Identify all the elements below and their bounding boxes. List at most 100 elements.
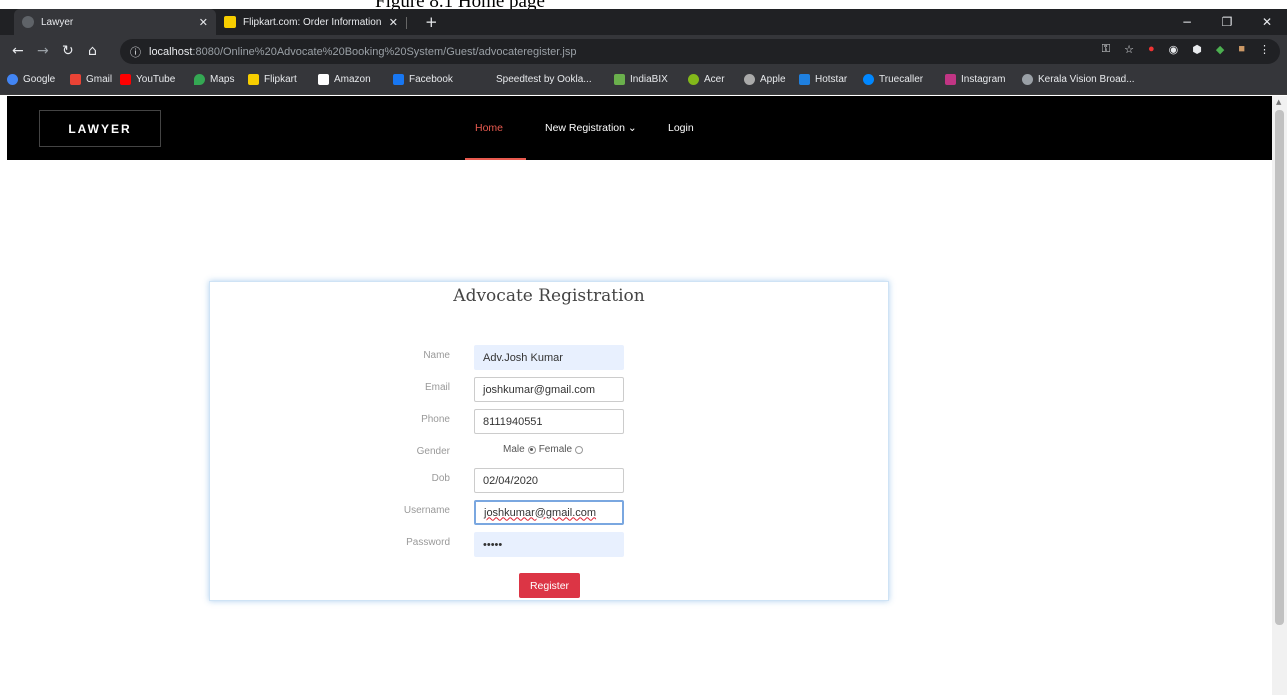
bookmark-amazon[interactable]: Amazon (318, 74, 371, 85)
star-icon[interactable]: ☆ (1124, 43, 1134, 56)
figure-caption-text: Figure 8.1 Home page (375, 0, 545, 9)
reload-icon[interactable]: ↻ (62, 43, 74, 59)
bookmark-acer[interactable]: Acer (688, 74, 725, 85)
url-host: localhost (149, 45, 193, 58)
window-controls: − ❐ ✕ (1167, 9, 1287, 35)
extension-icon[interactable]: ● (1148, 43, 1155, 56)
gmail-icon (70, 74, 81, 85)
bookmark-google[interactable]: Google (7, 74, 55, 85)
bookmark-label: Hotstar (815, 74, 848, 85)
figure-caption: Figure 8.1 Home page (0, 0, 1287, 9)
browser-tabstrip: Lawyer ✕ Flipkart.com: Order Information… (0, 9, 1287, 35)
bookmark-label: Speedtest by Ookla... (496, 74, 592, 85)
acer-icon (688, 74, 699, 85)
nav-login[interactable]: Login (668, 122, 694, 134)
close-tab-icon[interactable]: ✕ (389, 16, 398, 29)
active-nav-indicator (465, 158, 526, 160)
bookmark-label: Gmail (86, 74, 113, 85)
bookmark-label: Truecaller (879, 74, 924, 85)
email-label: Email (424, 382, 450, 393)
bookmark-label: Google (23, 74, 56, 85)
menu-kebab-icon[interactable]: ⋮ (1259, 43, 1270, 56)
bookmark-indiabix[interactable]: IndiaBIX (614, 74, 668, 85)
page-scrollbar[interactable]: ▲ (1272, 96, 1287, 695)
hotstar-icon (799, 74, 810, 85)
bookmark-label: Flipkart (264, 74, 297, 85)
bookmark-maps[interactable]: Maps (194, 74, 234, 85)
bookmark-truecaller[interactable]: Truecaller (863, 74, 923, 85)
bookmarks-bar: Google Gmail YouTube Maps Flipkart Amazo… (0, 68, 1287, 95)
bookmark-label: Acer (704, 74, 725, 85)
close-tab-icon[interactable]: ✕ (199, 16, 208, 29)
amazon-icon (318, 74, 329, 85)
bookmark-speedtest[interactable]: Speedtest by Ookla... (496, 74, 592, 85)
forward-arrow-icon[interactable]: → (37, 43, 49, 59)
email-field[interactable]: joshkumar@gmail.com (474, 377, 624, 402)
scrollbar-thumb[interactable] (1275, 110, 1284, 625)
username-field[interactable]: joshkumar@gmail.com (474, 500, 624, 525)
maximize-button[interactable]: ❐ (1207, 9, 1247, 35)
phone-field[interactable]: 8111940551 (474, 409, 624, 434)
indiabix-icon (614, 74, 625, 85)
bookmark-label: Kerala Vision Broad... (1038, 74, 1135, 85)
bookmark-gmail[interactable]: Gmail (70, 74, 112, 85)
dob-label: Dob (431, 473, 450, 484)
name-field[interactable]: Adv.Josh Kumar (474, 345, 624, 370)
minimize-button[interactable]: − (1167, 9, 1207, 35)
new-tab-button[interactable]: + (425, 13, 438, 31)
gender-label: Gender (416, 446, 450, 457)
bookmark-youtube[interactable]: YouTube (120, 74, 175, 85)
bookmark-apple[interactable]: Apple (744, 74, 786, 85)
address-bar[interactable]: ⓘ localhost :8080/Online%20Advocate%20Bo… (120, 39, 1280, 64)
bookmark-keralavision[interactable]: Kerala Vision Broad... (1022, 74, 1135, 85)
close-window-button[interactable]: ✕ (1247, 9, 1287, 35)
name-label: Name (423, 350, 450, 361)
phone-label: Phone (421, 414, 450, 425)
nav-new-registration[interactable]: New Registration ⌄ (545, 122, 637, 134)
bookmark-flipkart[interactable]: Flipkart (248, 74, 297, 85)
dob-value: 02/04/2020 (483, 474, 539, 487)
form-title: Advocate Registration (453, 286, 645, 306)
bookmark-label: IndiaBIX (630, 74, 668, 85)
gender-option-female-label: Female (538, 444, 573, 455)
avatar[interactable]: ■ (1238, 43, 1245, 56)
dob-field[interactable]: 02/04/2020 (474, 468, 624, 493)
site-logo[interactable]: LAWYER (39, 110, 161, 147)
bookmark-label: Amazon (334, 74, 371, 85)
tab-title: Flipkart.com: Order Information (243, 16, 382, 28)
registration-card: Advocate Registration Name Adv.Josh Kuma… (209, 281, 889, 601)
gender-female-radio[interactable] (575, 445, 584, 454)
scroll-up-arrow-icon[interactable]: ▲ (1276, 98, 1281, 106)
youtube-icon (120, 74, 131, 85)
nav-home[interactable]: Home (475, 122, 503, 134)
username-label: Username (403, 505, 450, 516)
home-icon[interactable]: ⌂ (88, 43, 97, 59)
key-icon[interactable]: ⚿ (1102, 43, 1110, 56)
shield-icon[interactable]: ⬢ (1192, 43, 1202, 56)
tab-lawyer[interactable]: Lawyer ✕ (14, 9, 216, 35)
apple-icon (744, 74, 755, 85)
bookmark-label: Maps (210, 74, 235, 85)
globe-icon (1022, 74, 1033, 85)
maps-icon (194, 74, 205, 85)
extension-icon[interactable]: ◆ (1216, 43, 1224, 56)
bookmark-instagram[interactable]: Instagram (945, 74, 1005, 85)
password-value: ••••• (483, 538, 503, 551)
register-button[interactable]: Register (519, 573, 580, 598)
tab-flipkart[interactable]: Flipkart.com: Order Information ✕ (216, 9, 406, 35)
gender-male-radio[interactable] (527, 445, 536, 454)
back-arrow-icon[interactable]: ← (12, 43, 24, 59)
globe-icon (22, 16, 34, 28)
info-icon[interactable]: ⓘ (130, 44, 141, 60)
password-label: Password (406, 537, 450, 548)
tab-title: Lawyer (41, 16, 74, 28)
google-icon (7, 74, 18, 85)
bookmark-facebook[interactable]: Facebook (393, 74, 453, 85)
email-value: joshkumar@gmail.com (483, 383, 596, 396)
camera-icon[interactable]: ◉ (1169, 43, 1179, 56)
url-path: :8080/Online%20Advocate%20Booking%20Syst… (192, 45, 577, 58)
bookmark-label: Apple (760, 74, 786, 85)
password-field[interactable]: ••••• (474, 532, 624, 557)
instagram-icon (945, 74, 956, 85)
bookmark-hotstar[interactable]: Hotstar (799, 74, 847, 85)
